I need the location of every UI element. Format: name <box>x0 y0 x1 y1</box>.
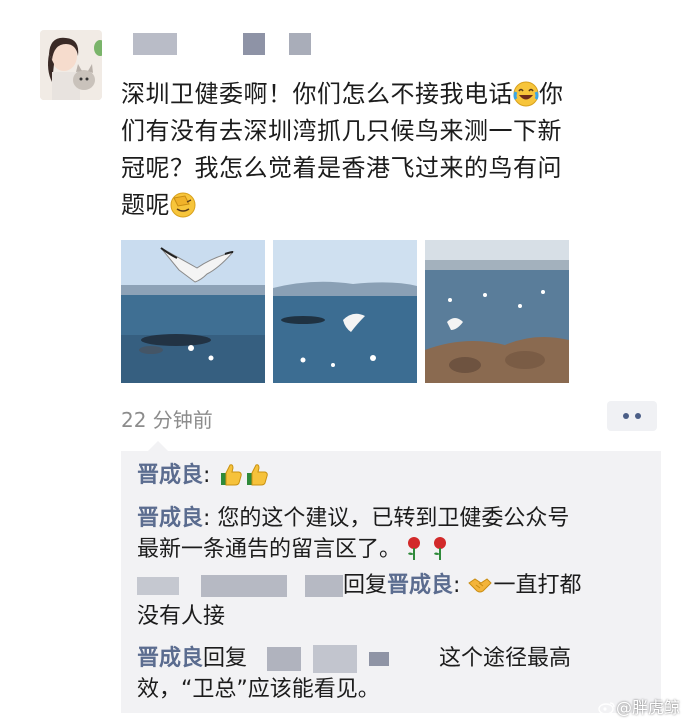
comment-username[interactable]: 晋成良 <box>137 463 203 488</box>
thumbs-up-emoji <box>247 464 269 486</box>
comment[interactable]: 晋成良: <box>137 460 652 491</box>
handshake-emoji <box>468 578 493 593</box>
post-photo-1[interactable] <box>121 240 265 383</box>
laughing-crying-emoji <box>513 81 539 107</box>
username-redacted[interactable] <box>137 577 179 595</box>
comment-separator: : <box>203 506 218 531</box>
comment-separator: : <box>203 463 218 488</box>
username-redacted[interactable] <box>267 647 302 671</box>
username-redacted <box>313 645 358 673</box>
comment-separator: : <box>453 573 468 598</box>
weibo-logo-icon <box>598 702 615 715</box>
username-redacted[interactable] <box>133 33 177 55</box>
post-photo-3[interactable] <box>425 240 569 383</box>
reply-word: 回复 <box>203 646 248 671</box>
comment-username[interactable]: 晋成良 <box>137 646 203 671</box>
comment-text: 这个途径最高 <box>439 646 572 671</box>
more-options-icon <box>635 413 641 419</box>
comment-text: 您的这个建议，已转到卫健委公众号 <box>217 506 570 531</box>
username-redacted <box>369 652 390 666</box>
comment[interactable]: 回复晋成良: 一直打都 没有人接 <box>137 570 652 632</box>
comment-box-caret <box>148 441 168 451</box>
reply-word: 回复 <box>343 573 388 598</box>
thumbs-up-emoji <box>221 464 243 486</box>
username-redacted <box>289 33 311 55</box>
comment[interactable]: 晋成良回复 这个途径最高 效，“卫总”应该能看见。 <box>137 643 652 705</box>
username-redacted <box>201 575 287 597</box>
post-line: 题呢 <box>121 191 170 219</box>
facepalm-emoji <box>170 192 196 218</box>
username-redacted <box>243 33 265 55</box>
post-timestamp: 22 分钟前 <box>121 408 213 432</box>
more-options-icon <box>623 413 629 419</box>
comment-username[interactable]: 晋成良 <box>137 506 203 531</box>
comment-text: 效，“卫总”应该能看见。 <box>137 677 380 702</box>
comment[interactable]: 晋成良: 您的这个建议，已转到卫健委公众号 最新一条通告的留言区了。 <box>137 503 652 565</box>
post-photo-2[interactable] <box>273 240 417 383</box>
post-line: 们有没有去深圳湾抓几只候鸟来测一下新 <box>121 117 562 145</box>
post-text: 深圳卫健委啊！你们怎么不接我电话 你 们有没有去深圳湾抓几只候鸟来测一下新 冠呢… <box>121 76 661 224</box>
username-redacted <box>305 575 343 597</box>
rose-emoji <box>434 537 447 560</box>
post-line: 冠呢？我怎么觉着是香港飞过来的鸟有问 <box>121 154 562 182</box>
comment-text: 最新一条通告的留言区了。 <box>137 537 402 562</box>
avatar[interactable] <box>40 30 102 100</box>
comment-text: 一直打都 <box>493 573 582 598</box>
post-line: 你 <box>539 80 564 108</box>
post-line: 深圳卫健委啊！你们怎么不接我电话 <box>121 80 513 108</box>
reply-to-username[interactable]: 晋成良 <box>387 573 453 598</box>
comment-text: 没有人接 <box>137 604 226 629</box>
watermark: @胖虎鲸 <box>598 694 680 718</box>
rose-emoji <box>408 537 421 560</box>
watermark-text: @胖虎鲸 <box>615 698 680 717</box>
more-options-button[interactable] <box>607 401 657 431</box>
